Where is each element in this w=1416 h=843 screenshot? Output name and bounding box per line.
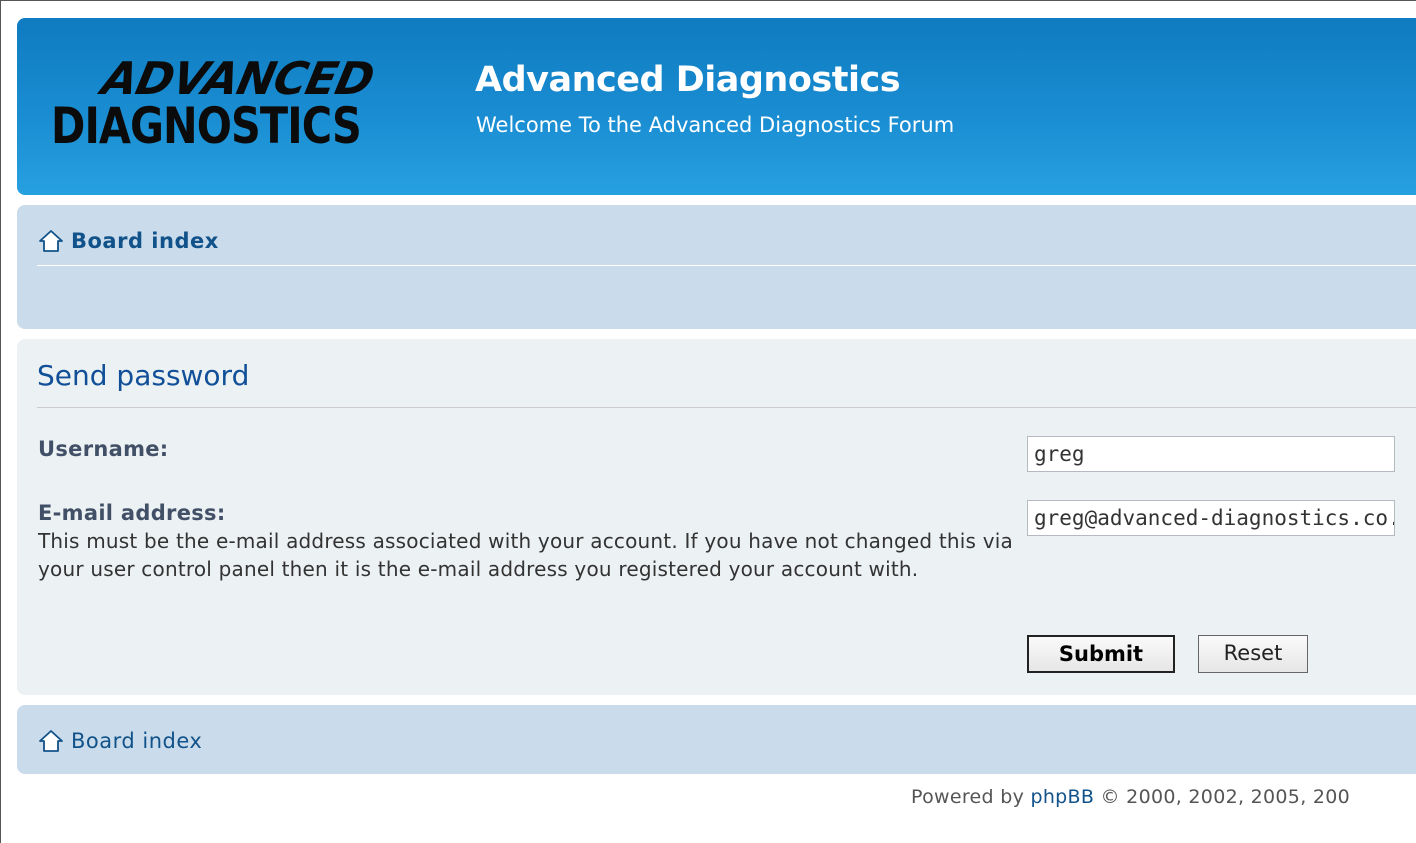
copyright-prefix: Powered by [911,786,1031,808]
home-icon [39,730,63,752]
site-title: Advanced Diagnostics [475,60,901,100]
reset-button[interactable]: Reset [1198,635,1308,673]
email-explain: This must be the e-mail address associat… [38,529,1013,581]
submit-button[interactable]: Submit [1027,635,1175,673]
logo-line-2: DIAGNOSTICS [51,97,362,155]
site-logo[interactable]: ADVANCED DIAGNOSTICS [51,52,441,155]
username-input[interactable]: greg [1027,436,1395,472]
copyright-suffix: © 2000, 2002, 2005, 200 [1094,786,1351,808]
board-index-link[interactable]: Board index [71,229,219,253]
site-header: ADVANCED DIAGNOSTICS Advanced Diagnostic… [17,18,1416,195]
email-label: E-mail address: [38,501,226,525]
navbar-divider [37,265,1416,266]
title-divider [37,407,1416,408]
footer-board-index-link[interactable]: Board index [71,729,202,753]
page-title: Send password [37,359,250,392]
site-description: Welcome To the Advanced Diagnostics Foru… [476,113,955,137]
email-input[interactable]: greg@advanced-diagnostics.co. [1027,500,1395,536]
phpbb-link[interactable]: phpBB [1030,786,1094,808]
bottom-navbar: Board index [17,705,1416,774]
copyright: Powered by phpBB © 2000, 2002, 2005, 200 [911,786,1350,808]
home-icon [39,230,63,252]
send-password-panel: Send password Username: greg E-mail addr… [17,339,1416,695]
top-navbar: Board index [17,205,1416,329]
username-label: Username: [38,437,169,461]
footer-breadcrumb: Board index [37,727,202,755]
breadcrumb: Board index [37,227,219,255]
